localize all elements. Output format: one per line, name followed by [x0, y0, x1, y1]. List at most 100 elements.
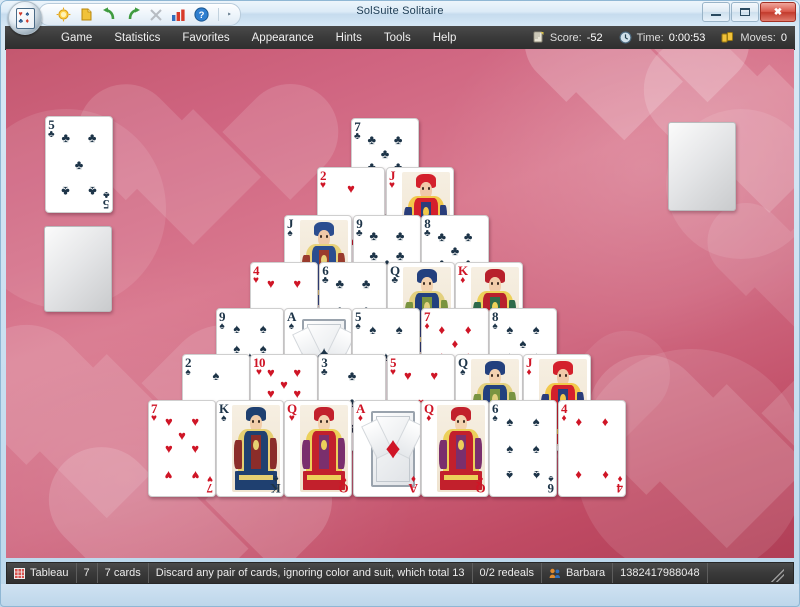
- status-card-count: 7 cards: [98, 563, 149, 583]
- pip: ♦: [438, 322, 446, 338]
- pip: ♣: [393, 132, 403, 148]
- pyramid-card[interactable]: K ♠ K ♠: [216, 400, 284, 497]
- time-label: Time:: [636, 31, 664, 44]
- maximize-icon: [740, 8, 750, 16]
- pip: ♣: [61, 130, 71, 146]
- status-pile-label: Tableau: [30, 567, 69, 579]
- background-heart: [691, 187, 794, 359]
- pip: ♥: [164, 441, 173, 456]
- moves-icon: [721, 32, 734, 43]
- stock-pile-slot[interactable]: [44, 226, 112, 312]
- menu-item-statistics[interactable]: Statistics: [103, 29, 171, 47]
- pip: ♦: [601, 467, 609, 483]
- pip-group: ♥ ♥ ♥ ♥ ♥ ♥ ♥: [149, 401, 215, 496]
- card-corner-top: J ♠: [287, 216, 294, 239]
- restart-icon[interactable]: [147, 6, 164, 23]
- game-board[interactable]: 7♣ ♣♣♣♣♣♣♣ 7♣ 2♥ ♥♥ 2♥ J♥ J♥ J♠: [6, 49, 794, 558]
- card-corner-top: K ♠: [219, 401, 229, 424]
- pip: ♠: [532, 467, 540, 483]
- pyramid-card[interactable]: 6 ♠ ♠ ♠ ♠ ♠ ♠ ♠ 6 ♠: [489, 400, 557, 497]
- menu-item-help[interactable]: Help: [422, 29, 468, 47]
- pip: ♥: [293, 276, 302, 292]
- pip: ♦: [464, 322, 472, 338]
- pip: ♠: [233, 320, 241, 336]
- pip: ♣: [369, 248, 379, 264]
- status-pile-index: 7: [77, 563, 98, 583]
- close-button[interactable]: ✖: [760, 2, 796, 22]
- title-bar: ♥ ♠ ♣ ♦ ? ‣ SolSuite Solitaire ✖: [0, 0, 800, 35]
- pip: ♥: [191, 467, 200, 483]
- pip: ♦: [451, 335, 459, 351]
- card-corner-top: A ♠: [287, 309, 296, 332]
- pip: ♥: [430, 368, 439, 384]
- menu-item-hints[interactable]: Hints: [325, 29, 373, 47]
- pip: ♣: [87, 183, 97, 199]
- pyramid-card[interactable]: Q ♦ Q ♦: [421, 400, 489, 497]
- card-corner-top: A ♦: [356, 401, 365, 424]
- hud-score: Score: -52: [532, 31, 603, 44]
- card-corner-top: Q ♠: [458, 355, 468, 378]
- pyramid-card[interactable]: 7 ♥ ♥ ♥ ♥ ♥ ♥ ♥ ♥ 7 ♥: [148, 400, 216, 497]
- application-window: ♥ ♠ ♣ ♦ ? ‣ SolSuite Solitaire ✖ Game St…: [0, 0, 800, 607]
- pip: ♠: [395, 322, 403, 338]
- pyramid-card[interactable]: Q ♥ Q ♥: [284, 400, 352, 497]
- status-player-name: Barbara: [565, 567, 606, 579]
- pip: ♣: [361, 276, 371, 292]
- pip: ♣: [335, 276, 345, 292]
- card-corner-bottom: A ♦: [409, 473, 418, 496]
- maximize-button[interactable]: [731, 2, 759, 22]
- pyramid-card[interactable]: A ♦ ♦ A ♦: [353, 400, 421, 497]
- statistics-icon[interactable]: [170, 6, 187, 23]
- waste-pile-card[interactable]: 5 ♣ ♣ ♣ ♣ ♣ ♣ 5 ♣: [45, 116, 113, 213]
- minimize-button[interactable]: [702, 2, 730, 22]
- pip: ♠: [259, 320, 267, 336]
- status-player: Barbara: [542, 563, 614, 583]
- pip: ♥: [178, 427, 186, 443]
- toolbar: ? ‣: [38, 3, 241, 26]
- status-bar: Tableau 7 7 cards Discard any pair of ca…: [6, 562, 794, 584]
- open-game-icon[interactable]: [78, 6, 95, 23]
- card-corner-bottom: K ♠: [271, 473, 281, 496]
- undo-icon[interactable]: [101, 6, 118, 23]
- pip: ♥: [164, 414, 173, 430]
- moves-label: Moves:: [740, 31, 776, 44]
- redo-icon[interactable]: [124, 6, 141, 23]
- pip: ♣: [74, 157, 84, 172]
- pip: ♣: [395, 227, 405, 243]
- menu-item-appearance[interactable]: Appearance: [241, 29, 325, 47]
- card-corner-bottom: 5 ♣: [103, 189, 110, 212]
- resize-grip[interactable]: [770, 568, 784, 582]
- pip: ♦: [575, 414, 583, 430]
- card-corner-top: J ♥: [389, 168, 396, 191]
- pip: ♥: [266, 385, 275, 401]
- window-controls: ✖: [702, 2, 796, 22]
- toolbar-separator: [218, 8, 219, 21]
- window-bottom-edge: [0, 584, 800, 607]
- app-icon[interactable]: ♥ ♠ ♣ ♦: [8, 1, 42, 35]
- help-icon[interactable]: ?: [193, 6, 210, 23]
- menu-item-favorites[interactable]: Favorites: [171, 29, 240, 47]
- card-corner-bottom: 4 ♦: [617, 473, 623, 496]
- pip: ♥: [293, 364, 302, 380]
- pip: ♠: [369, 322, 377, 338]
- foundation-slot[interactable]: [668, 122, 736, 211]
- menu-item-game[interactable]: Game: [50, 29, 103, 47]
- toolbar-overflow-button[interactable]: ‣: [227, 10, 232, 19]
- status-spare: [708, 563, 793, 583]
- new-game-icon[interactable]: [55, 6, 72, 23]
- menu-item-tools[interactable]: Tools: [373, 29, 422, 47]
- pip: ♠: [506, 467, 514, 483]
- score-value: -52: [586, 31, 603, 44]
- card-corner-bottom: Q ♦: [476, 473, 486, 496]
- pip: ♥: [266, 276, 275, 292]
- pip: ♣: [463, 229, 473, 245]
- pip: ♠: [532, 414, 540, 430]
- card-corner-bottom: 7 ♥: [207, 473, 213, 496]
- pip: ♠: [506, 441, 514, 456]
- pyramid-card[interactable]: 4 ♦ ♦ ♦ ♦ ♦ 4 ♦: [558, 400, 626, 497]
- pip: ♣: [369, 227, 379, 243]
- pip: ♦: [601, 414, 609, 430]
- pip: ♥: [347, 181, 355, 197]
- pip: ♠: [506, 414, 514, 430]
- card-corner-top: K ♦: [458, 263, 468, 286]
